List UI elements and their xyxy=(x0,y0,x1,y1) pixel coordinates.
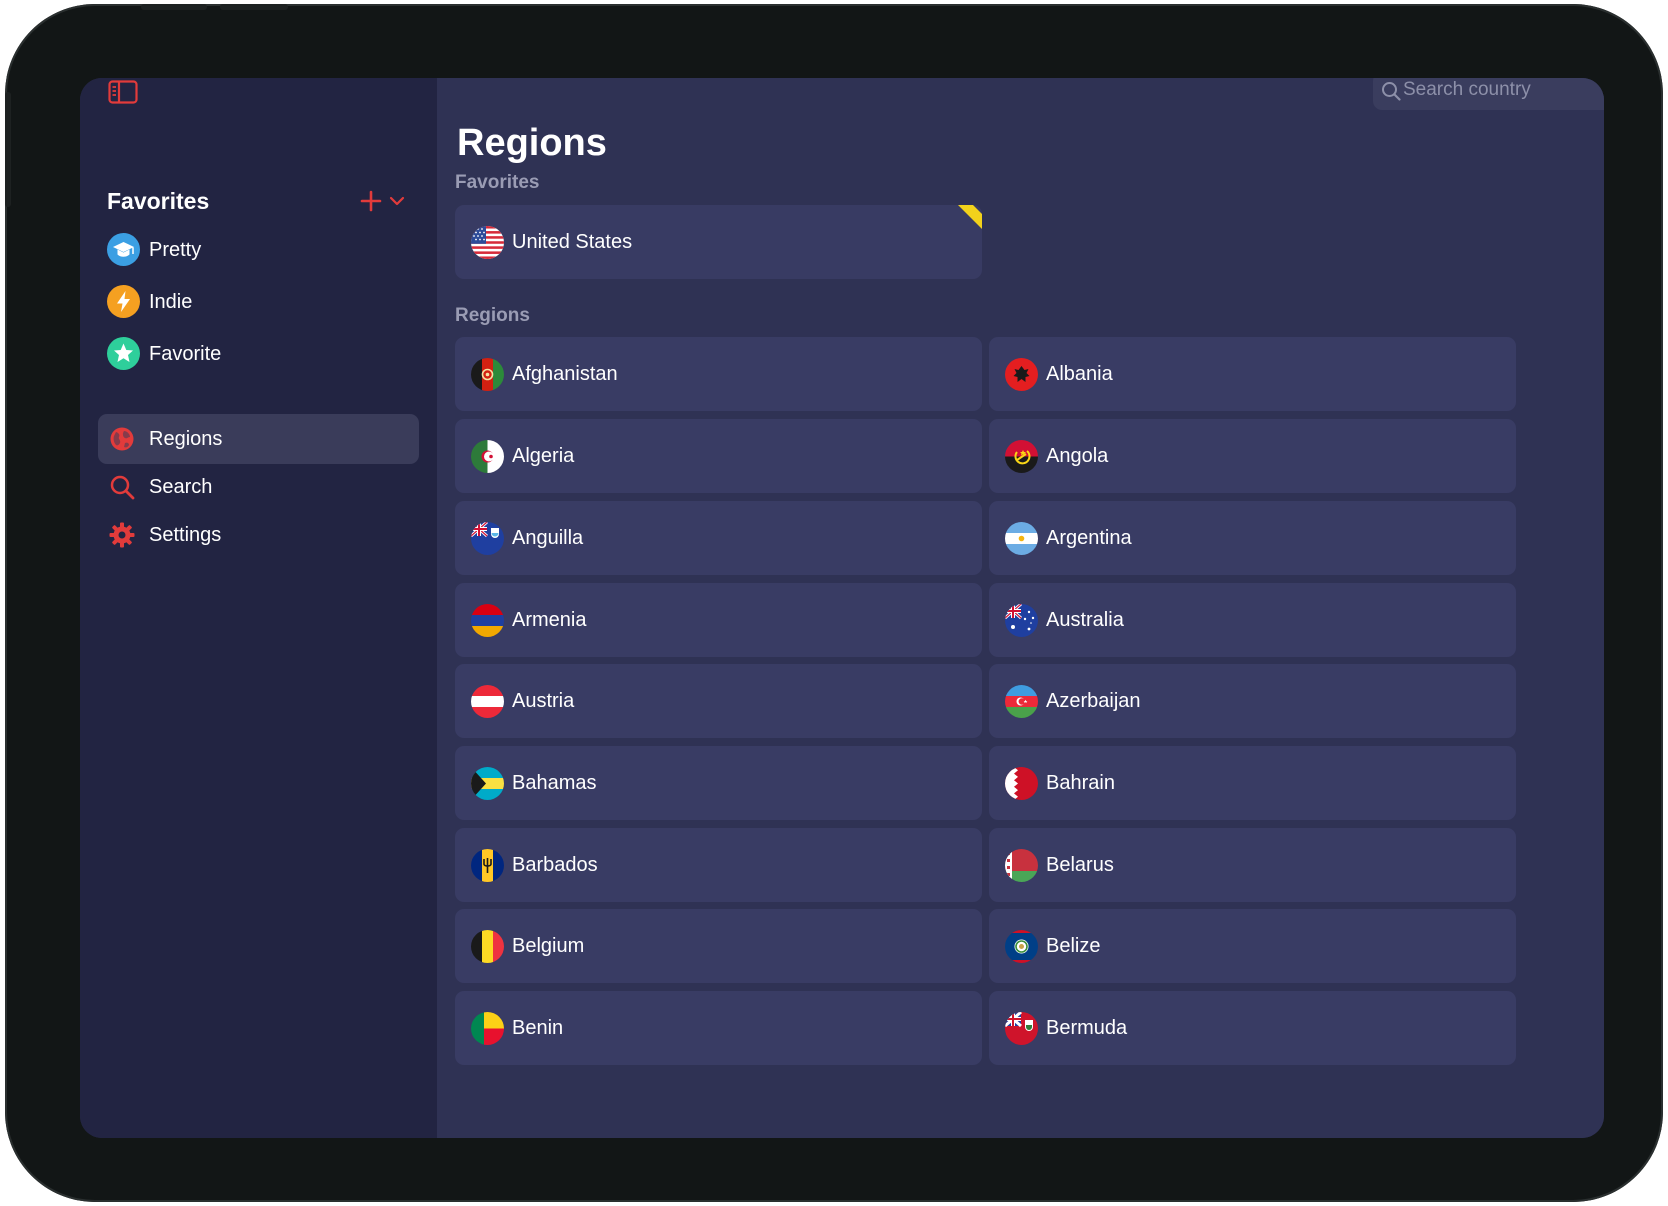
country-card-bermuda[interactable]: Bermuda xyxy=(989,991,1516,1065)
country-card-azerbaijan[interactable]: Azerbaijan xyxy=(989,664,1516,738)
belarus-flag-icon xyxy=(1005,849,1038,882)
albania-flag-icon xyxy=(1005,358,1038,391)
country-name: Belgium xyxy=(512,935,585,957)
country-name: Australia xyxy=(1046,609,1124,631)
hardware-button xyxy=(141,4,207,10)
us-flag-icon xyxy=(471,226,504,259)
nav-item-search[interactable]: Search xyxy=(98,462,419,512)
belize-flag-icon xyxy=(1005,930,1038,963)
country-card-benin[interactable]: Benin xyxy=(455,991,982,1065)
country-card-barbados[interactable]: Barbados xyxy=(455,828,982,902)
favorite-label: Favorite xyxy=(149,343,222,365)
search-icon xyxy=(109,474,135,500)
country-card-angola[interactable]: Angola xyxy=(989,419,1516,493)
sidebar: Favorites Pretty Indie Favorite Regions … xyxy=(80,78,437,1138)
angola-flag-icon xyxy=(1005,440,1038,473)
country-name: Armenia xyxy=(512,609,587,631)
hardware-button xyxy=(5,92,11,207)
azerbaijan-flag-icon xyxy=(1005,685,1038,718)
search-icon xyxy=(1381,81,1401,101)
hardware-button xyxy=(220,4,288,10)
country-card-australia[interactable]: Australia xyxy=(989,583,1516,657)
chevron-down-icon[interactable] xyxy=(389,194,405,206)
favorite-label: Pretty xyxy=(149,239,202,261)
country-card-united-states[interactable]: United States xyxy=(455,205,982,279)
country-card-belize[interactable]: Belize xyxy=(989,909,1516,983)
gear-icon xyxy=(109,522,135,548)
country-name: Barbados xyxy=(512,854,598,876)
nav-item-regions[interactable]: Regions xyxy=(98,414,419,464)
country-card-bahamas[interactable]: Bahamas xyxy=(455,746,982,820)
country-name: Afghanistan xyxy=(512,363,618,385)
search-field[interactable] xyxy=(1373,78,1604,110)
country-name: Bahrain xyxy=(1046,772,1115,794)
belgium-flag-icon xyxy=(471,930,504,963)
sidebar-toggle-icon[interactable] xyxy=(108,80,138,104)
graduation-cap-icon xyxy=(107,233,140,266)
nav-item-settings[interactable]: Settings xyxy=(98,510,419,560)
barbados-flag-icon xyxy=(471,849,504,882)
country-name: Belarus xyxy=(1046,854,1114,876)
star-icon xyxy=(107,337,140,370)
regions-section-label: Regions xyxy=(455,305,530,326)
country-card-argentina[interactable]: Argentina xyxy=(989,501,1516,575)
favorite-item-indie[interactable]: Indie xyxy=(107,284,407,320)
algeria-flag-icon xyxy=(471,440,504,473)
globe-icon xyxy=(109,426,135,452)
country-name: Benin xyxy=(512,1017,564,1039)
austria-flag-icon xyxy=(471,685,504,718)
anguilla-flag-icon xyxy=(471,522,504,555)
country-card-algeria[interactable]: Algeria xyxy=(455,419,982,493)
armenia-flag-icon xyxy=(471,604,504,637)
country-name: Azerbaijan xyxy=(1046,690,1141,712)
favorites-title: Favorites xyxy=(107,188,210,214)
argentina-flag-icon xyxy=(1005,522,1038,555)
bermuda-flag-icon xyxy=(1005,1012,1038,1045)
country-name: Argentina xyxy=(1046,527,1132,549)
country-card-afghanistan[interactable]: Afghanistan xyxy=(455,337,982,411)
bolt-icon xyxy=(107,285,140,318)
country-card-armenia[interactable]: Armenia xyxy=(455,583,982,657)
search-input[interactable] xyxy=(1403,78,1604,104)
bahamas-flag-icon xyxy=(471,767,504,800)
favorite-label: Indie xyxy=(149,291,193,313)
country-card-albania[interactable]: Albania xyxy=(989,337,1516,411)
add-favorite-button[interactable] xyxy=(360,190,382,212)
afghanistan-flag-icon xyxy=(471,358,504,391)
australia-flag-icon xyxy=(1005,604,1038,637)
main-content: Regions Favorites United States Regions xyxy=(437,78,1604,1138)
country-name: Algeria xyxy=(512,445,575,467)
country-name: Albania xyxy=(1046,363,1113,385)
benin-flag-icon xyxy=(471,1012,504,1045)
country-card-anguilla[interactable]: Anguilla xyxy=(455,501,982,575)
page-title: Regions xyxy=(457,122,607,164)
country-name: United States xyxy=(512,231,633,253)
favorites-header: Favorites xyxy=(107,186,417,216)
favorite-item-pretty[interactable]: Pretty xyxy=(107,232,407,268)
nav-label: Search xyxy=(149,476,213,498)
favorites-section-label: Favorites xyxy=(455,172,540,193)
country-card-belarus[interactable]: Belarus xyxy=(989,828,1516,902)
favorite-corner-icon xyxy=(958,205,982,229)
favorite-item-favorite[interactable]: Favorite xyxy=(107,336,407,372)
country-name: Anguilla xyxy=(512,527,584,549)
bahrain-flag-icon xyxy=(1005,767,1038,800)
app-window: Favorites Pretty Indie Favorite Regions … xyxy=(80,78,1604,1138)
country-name: Belize xyxy=(1046,935,1101,957)
country-name: Bahamas xyxy=(512,772,597,794)
country-name: Bermuda xyxy=(1046,1017,1128,1039)
country-card-austria[interactable]: Austria xyxy=(455,664,982,738)
country-name: Angola xyxy=(1046,445,1109,467)
nav-label: Settings xyxy=(149,524,222,546)
country-name: Austria xyxy=(512,690,575,712)
tablet-frame: Favorites Pretty Indie Favorite Regions … xyxy=(5,4,1663,1202)
nav-label: Regions xyxy=(149,428,223,450)
country-card-belgium[interactable]: Belgium xyxy=(455,909,982,983)
country-card-bahrain[interactable]: Bahrain xyxy=(989,746,1516,820)
